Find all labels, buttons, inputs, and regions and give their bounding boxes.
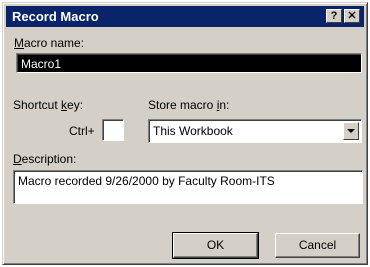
description-label: Description: [13, 152, 77, 166]
macro-name-value: Macro1 [21, 57, 62, 71]
chevron-down-icon[interactable] [343, 122, 359, 140]
shortcut-key-input[interactable] [102, 119, 124, 141]
store-macro-label: Store macro in: [148, 98, 230, 112]
dialog-title: Record Macro [12, 9, 99, 24]
ctrl-modifier-label: Ctrl+ [69, 124, 95, 138]
shortcut-key-label: Shortcut key: [13, 98, 84, 112]
close-button[interactable]: ✕ [344, 9, 360, 23]
macro-name-label: Macro name: [14, 36, 85, 50]
title-bar[interactable]: Record Macro ? ✕ [6, 6, 364, 27]
store-macro-select[interactable]: This Workbook [148, 119, 362, 143]
macro-name-label-text: acro name: [24, 36, 85, 50]
description-textarea[interactable]: Macro recorded 9/26/2000 by Faculty Room… [13, 170, 363, 204]
ok-button[interactable]: OK [172, 232, 259, 259]
macro-name-input[interactable]: Macro1 [16, 53, 362, 73]
help-icon: ? [330, 10, 338, 22]
close-icon: ✕ [347, 10, 357, 22]
help-button[interactable]: ? [326, 9, 342, 23]
cancel-button[interactable]: Cancel [275, 233, 360, 258]
record-macro-dialog: Record Macro ? ✕ Macro name: Macro1 Shor… [2, 2, 368, 265]
description-value: Macro recorded 9/26/2000 by Faculty Room… [18, 174, 275, 188]
store-macro-value: This Workbook [153, 124, 233, 138]
